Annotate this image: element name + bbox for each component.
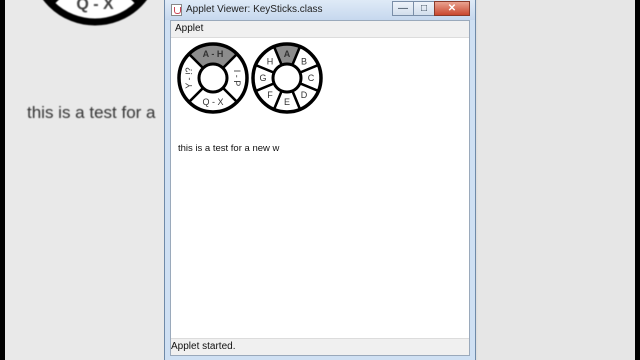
wheel-right-segment-label: C [308,73,315,83]
wheel-left-segment-label: A - H [203,49,224,59]
wheel-right-segment-label: A [284,49,291,59]
minimize-icon: — [398,3,408,14]
wheel-right[interactable]: ABCD E FGH [251,42,323,114]
window-controls: — □ ✕ [392,1,470,16]
close-icon: ✕ [447,3,457,14]
applet-canvas[interactable]: A - H I - P Q - X Y - !? ABCD E FGH this is a… [171,38,469,338]
menu-bar: Applet [171,21,469,38]
wheel-right-segment-label: G [259,73,266,83]
title-bar[interactable]: Applet Viewer: KeySticks.class — □ ✕ [165,0,475,20]
maximize-icon: □ [420,3,428,14]
wheel-left-center-hub [197,62,229,94]
wheel-left-segment-label: I - P [232,70,242,87]
maximize-button[interactable]: □ [413,1,435,16]
keystick-wheels: A - H I - P Q - X Y - !? ABCD E FGH [177,42,323,114]
wheel-right-segment-label: F [267,90,273,100]
background-right-panel [470,0,635,360]
status-text: Applet started. [171,341,236,352]
background-wheel-label: Q - X [76,0,114,13]
menu-applet[interactable]: Applet [175,23,203,34]
wheel-right-segment-label: B [301,56,307,66]
java-app-icon[interactable] [171,4,182,16]
wheel-right-segment-label: E [284,97,290,107]
window-title: Applet Viewer: KeySticks.class [186,4,323,15]
window-client-area: Applet A - H I - P Q - X Y - !? ABCD E FGH th… [170,20,470,356]
wheel-left-segment-label: Y - !? [184,67,194,88]
wheel-left[interactable]: A - H I - P Q - X Y - !? [177,42,249,114]
close-button[interactable]: ✕ [434,1,470,16]
wheel-left-segment-label: Q - X [202,97,223,107]
wheel-right-segment-label: H [267,56,274,66]
status-bar: Applet started. [171,338,469,355]
applet-text-output: this is a test for a new w [178,143,280,154]
background-big-text: this is a test for a [27,103,156,122]
minimize-button[interactable]: — [392,1,414,16]
wheel-right-segment-label: D [301,90,308,100]
applet-viewer-window: Applet Viewer: KeySticks.class — □ ✕ App… [164,0,476,360]
background-wheel-graphic: Q - X [43,0,147,26]
wheel-right-center-hub [271,62,303,94]
